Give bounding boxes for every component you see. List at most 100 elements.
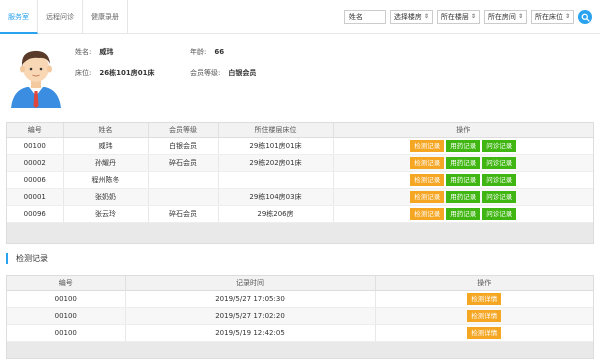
col-header-actions: 操作 — [333, 123, 593, 138]
test-records-button[interactable]: 检测记录 — [410, 156, 445, 169]
medication-records-button[interactable]: 用药记录 — [446, 156, 481, 169]
cell-level — [148, 171, 219, 189]
medication-records-button[interactable]: 用药记录 — [446, 190, 481, 203]
name-label: 姓名: — [75, 48, 92, 56]
room-select-value: 所在房间 — [487, 13, 516, 21]
col-header-id: 编号 — [7, 276, 126, 291]
title-accent-bar — [6, 252, 8, 264]
col-header-time: 记录时间 — [125, 276, 376, 291]
floor-select[interactable]: 所在楼层 ⇕ — [436, 10, 480, 24]
cell-name: 威玮 — [63, 137, 149, 155]
cell-actions: 检测详情 — [375, 307, 593, 325]
member-profile: 姓名: 威玮 年龄: 66 床位: 26栋101房01床 会员等级: 白银会员 — [0, 34, 600, 114]
records-section-title: 检测记录 — [6, 252, 48, 264]
bed-select[interactable]: 所在床位 ⇕ — [530, 10, 574, 24]
cell-id: 00001 — [7, 188, 64, 206]
records-title-text: 检测记录 — [16, 253, 48, 263]
members-table: 编号 姓名 会员等级 所住楼层床位 操作 00100 威玮 白银会员 29栋10… — [6, 122, 594, 244]
cell-time: 2019/5/27 17:02:20 — [125, 307, 376, 325]
name-input[interactable]: 姓名 — [343, 10, 386, 24]
level-label: 会员等级: — [190, 69, 221, 77]
cell-id: 00100 — [7, 290, 126, 308]
top-bar: 服务室 远程问诊 健康录册 姓名 选择楼房 ⇕ 所在楼层 ⇕ 所在房间 ⇕ 所在床位 ⇕ — [0, 0, 600, 34]
test-records-button[interactable]: 检测记录 — [410, 190, 445, 203]
cell-bed: 29栋202房01床 — [218, 154, 334, 172]
bed-select-value: 所在床位 — [534, 13, 563, 21]
cell-actions: 检测详情 — [375, 290, 593, 308]
name-value: 威玮 — [99, 48, 114, 56]
cell-id: 00100 — [7, 137, 64, 155]
medication-records-button[interactable]: 用药记录 — [446, 207, 481, 220]
cell-actions: 检测记录 用药记录 问诊记录 — [333, 171, 593, 189]
cell-actions: 检测记录 用药记录 问诊记录 — [333, 205, 593, 223]
tab-service-room[interactable]: 服务室 — [0, 0, 38, 34]
floor-select-value: 所在楼层 — [440, 13, 469, 21]
updown-icon: ⇕ — [517, 13, 523, 20]
test-records-button[interactable]: 检测记录 — [410, 173, 445, 186]
cell-actions: 检测记录 用药记录 问诊记录 — [333, 137, 593, 155]
test-detail-button[interactable]: 检测详情 — [467, 309, 502, 322]
table-footer — [7, 222, 593, 243]
medication-records-button[interactable]: 用药记录 — [446, 173, 481, 186]
search-icon — [581, 13, 590, 22]
test-records-button[interactable]: 检测记录 — [410, 207, 445, 220]
updown-icon: ⇕ — [564, 13, 570, 20]
cell-name: 孙耀丹 — [63, 154, 149, 172]
building-select-value: 选择楼房 — [393, 13, 422, 21]
test-records-button[interactable]: 检测记录 — [410, 139, 445, 152]
cell-name: 张云玲 — [63, 205, 149, 223]
tab-remote-consult[interactable]: 远程问诊 — [38, 0, 83, 34]
test-detail-button[interactable]: 检测详情 — [467, 326, 502, 339]
bed-value: 26栋101房01床 — [99, 69, 155, 77]
cell-bed: 29栋206房 — [218, 205, 334, 223]
col-header-actions: 操作 — [375, 276, 593, 291]
cell-name: 程州陈冬 — [63, 171, 149, 189]
cell-id: 00002 — [7, 154, 64, 172]
avatar — [11, 50, 61, 108]
cell-actions: 检测记录 用药记录 问诊记录 — [333, 154, 593, 172]
table-row[interactable]: 00100 威玮 白银会员 29栋101房01床 检测记录 用药记录 问诊记录 — [7, 137, 593, 155]
age-label: 年龄: — [190, 48, 207, 56]
consult-records-button[interactable]: 问诊记录 — [482, 190, 517, 203]
table-row[interactable]: 00100 2019/5/27 17:02:20 检测详情 — [7, 307, 593, 325]
test-detail-button[interactable]: 检测详情 — [467, 292, 502, 305]
table-row[interactable]: 00006 程州陈冬 检测记录 用药记录 问诊记录 — [7, 171, 593, 189]
profile-level: 会员等级: 白银会员 — [190, 68, 256, 78]
cell-level — [148, 188, 219, 206]
cell-id: 00100 — [7, 324, 126, 342]
profile-bed: 床位: 26栋101房01床 — [75, 68, 154, 78]
table-row[interactable]: 00100 2019/5/27 17:05:30 检测详情 — [7, 290, 593, 308]
consult-records-button[interactable]: 问诊记录 — [482, 173, 517, 186]
table-row[interactable]: 00096 张云玲 碎石会员 29栋206房 检测记录 用药记录 问诊记录 — [7, 205, 593, 223]
search-button[interactable] — [578, 10, 592, 24]
level-value: 白银会员 — [228, 69, 257, 77]
tab-health-records[interactable]: 健康录册 — [83, 0, 128, 34]
col-header-level: 会员等级 — [148, 123, 219, 138]
table-row[interactable]: 00002 孙耀丹 碎石会员 29栋202房01床 检测记录 用药记录 问诊记录 — [7, 154, 593, 172]
room-select[interactable]: 所在房间 ⇕ — [483, 10, 527, 24]
tab-bar: 服务室 远程问诊 健康录册 — [0, 0, 128, 34]
cell-id: 00096 — [7, 205, 64, 223]
table-row[interactable]: 00001 张奶奶 29栋104房03床 检测记录 用药记录 问诊记录 — [7, 188, 593, 206]
cell-id: 00100 — [7, 307, 126, 325]
medication-records-button[interactable]: 用药记录 — [446, 139, 481, 152]
updown-icon: ⇕ — [470, 13, 476, 20]
consult-records-button[interactable]: 问诊记录 — [482, 156, 517, 169]
cell-level: 白银会员 — [148, 137, 219, 155]
cell-level: 碎石会员 — [148, 154, 219, 172]
table-footer — [7, 341, 593, 358]
cell-bed: 29栋104房03床 — [218, 188, 334, 206]
profile-age: 年龄: 66 — [190, 47, 224, 57]
records-table: 编号 记录时间 操作 00100 2019/5/27 17:05:30 检测详情… — [6, 275, 594, 359]
cell-bed — [218, 171, 334, 189]
consult-records-button[interactable]: 问诊记录 — [482, 139, 517, 152]
cell-name: 张奶奶 — [63, 188, 149, 206]
bed-label: 床位: — [75, 69, 92, 77]
building-select[interactable]: 选择楼房 ⇕ — [389, 10, 433, 24]
updown-icon: ⇕ — [423, 13, 429, 20]
consult-records-button[interactable]: 问诊记录 — [482, 207, 517, 220]
cell-bed: 29栋101房01床 — [218, 137, 334, 155]
cell-level: 碎石会员 — [148, 205, 219, 223]
age-value: 66 — [214, 48, 225, 56]
table-row[interactable]: 00100 2019/5/19 12:42:05 检测详情 — [7, 324, 593, 342]
